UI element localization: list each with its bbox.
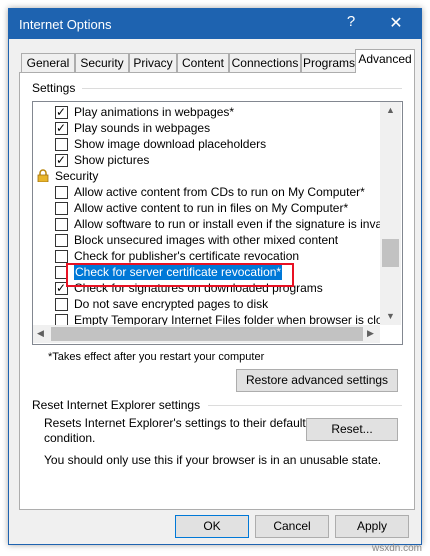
list-item[interactable]: Check for signatures on downloaded progr…	[33, 280, 373, 296]
screenshot-canvas: Internet Options ? ✕ General Security Pr…	[0, 0, 430, 556]
help-button[interactable]: ?	[341, 13, 361, 33]
close-button[interactable]: ✕	[381, 13, 411, 33]
list-item[interactable]: Allow active content to run in files on …	[33, 200, 373, 216]
checkbox[interactable]	[55, 152, 68, 168]
list-item[interactable]: Allow active content from CDs to run on …	[33, 184, 373, 200]
advanced-tab-panel: Settings Play animations in webpages* Pl…	[19, 72, 415, 510]
list-item-label: Allow software to run or install even if…	[74, 217, 383, 231]
title-bar: Internet Options ? ✕	[9, 9, 421, 39]
settings-divider	[82, 88, 402, 89]
list-item[interactable]: Show pictures	[33, 152, 373, 168]
checkbox[interactable]	[55, 138, 68, 151]
tab-advanced[interactable]: Advanced	[355, 49, 415, 73]
list-item-label: Block unsecured images with other mixed …	[74, 233, 339, 247]
settings-listbox[interactable]: Play animations in webpages* Play sounds…	[32, 101, 403, 345]
tab-general[interactable]: General	[21, 53, 75, 72]
scroll-up-arrow-icon[interactable]: ▲	[386, 105, 395, 115]
tab-content[interactable]: Content	[177, 53, 229, 72]
reset-description-line-1: Resets Internet Explorer's settings to t…	[44, 416, 306, 430]
window-title: Internet Options	[19, 17, 112, 32]
reset-description-line-2: condition.	[44, 431, 96, 445]
internet-options-dialog: Internet Options ? ✕ General Security Pr…	[8, 8, 422, 545]
restore-advanced-settings-button[interactable]: Restore advanced settings	[236, 369, 398, 392]
checkbox[interactable]	[55, 298, 68, 311]
list-item-label: Check for signatures on downloaded progr…	[74, 281, 323, 295]
list-item-label: Allow active content to run in files on …	[74, 201, 349, 215]
list-category: Security	[33, 168, 373, 184]
checkbox[interactable]	[55, 120, 68, 136]
checkbox[interactable]	[55, 250, 68, 263]
list-item[interactable]: Play animations in webpages*	[33, 104, 373, 120]
scroll-right-arrow-icon[interactable]: ▶	[367, 328, 374, 339]
checkbox[interactable]	[55, 218, 68, 231]
tab-strip: General Security Privacy Content Connect…	[19, 49, 415, 73]
list-item-label: Show pictures	[74, 153, 150, 167]
list-item-label: Do not save encrypted pages to disk	[74, 297, 269, 311]
cancel-button[interactable]: Cancel	[255, 515, 329, 538]
tab-programs[interactable]: Programs	[301, 53, 357, 72]
checkbox[interactable]	[55, 202, 68, 215]
settings-group-label: Settings	[32, 81, 76, 95]
checkbox[interactable]	[55, 186, 68, 199]
list-item-label: Play animations in webpages*	[74, 105, 235, 119]
tab-connections[interactable]: Connections	[229, 53, 301, 72]
list-item[interactable]: Show image download placeholders	[33, 136, 373, 152]
horizontal-scroll-thumb[interactable]	[51, 327, 363, 341]
scroll-left-arrow-icon[interactable]: ◀	[37, 328, 44, 339]
list-item[interactable]: Check for publisher's certificate revoca…	[33, 248, 373, 264]
list-item[interactable]: Block unsecured images with other mixed …	[33, 232, 373, 248]
lock-icon	[37, 169, 49, 182]
tab-privacy[interactable]: Privacy	[129, 53, 177, 72]
tab-security[interactable]: Security	[75, 53, 129, 72]
scroll-down-arrow-icon[interactable]: ▼	[386, 311, 395, 321]
list-item-selected[interactable]: Check for server certificate revocation*	[33, 264, 373, 280]
list-item-label: Show image download placeholders	[74, 137, 267, 151]
checkbox[interactable]	[55, 104, 68, 120]
list-item-label: Allow active content from CDs to run on …	[74, 185, 365, 199]
list-item[interactable]: Allow software to run or install even if…	[33, 216, 382, 232]
apply-button[interactable]: Apply	[335, 515, 409, 538]
list-item[interactable]: Do not save encrypted pages to disk	[33, 296, 373, 312]
category-label: Security	[55, 169, 99, 183]
reset-divider	[208, 405, 402, 406]
list-item[interactable]: Play sounds in webpages	[33, 120, 373, 136]
reset-warning: You should only use this if your browser…	[44, 453, 382, 467]
checkbox[interactable]	[55, 234, 68, 247]
list-item-label: Play sounds in webpages	[74, 121, 211, 135]
reset-group-label: Reset Internet Explorer settings	[32, 398, 201, 412]
vertical-scrollbar[interactable]: ▲ ▼	[380, 102, 401, 325]
list-item-label: Check for publisher's certificate revoca…	[74, 249, 300, 263]
checkbox[interactable]	[55, 266, 68, 279]
reset-button[interactable]: Reset...	[306, 418, 398, 441]
horizontal-scrollbar[interactable]: ◀ ▶	[33, 325, 380, 343]
ok-button[interactable]: OK	[175, 515, 249, 538]
restart-note: *Takes effect after you restart your com…	[48, 351, 265, 363]
vertical-scroll-thumb[interactable]	[382, 239, 399, 267]
list-item-label: Check for server certificate revocation*	[74, 264, 283, 280]
watermark: wsxdn.com	[372, 543, 423, 554]
checkbox[interactable]	[55, 280, 68, 296]
